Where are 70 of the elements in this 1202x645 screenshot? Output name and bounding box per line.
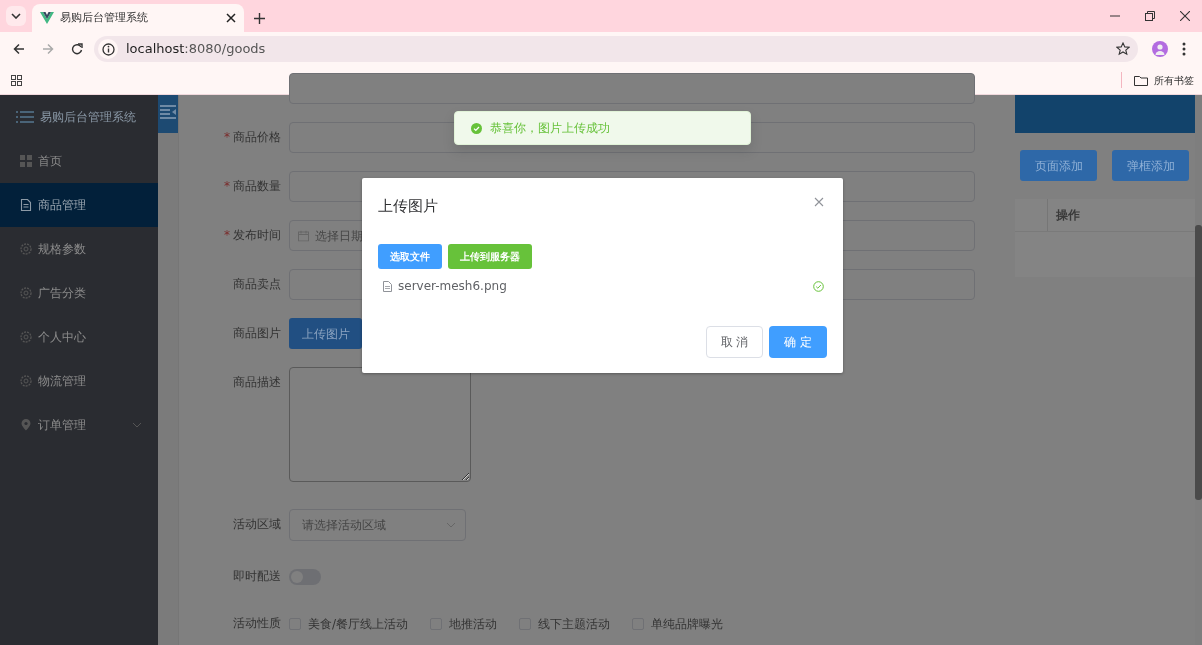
avatar-icon[interactable] <box>1152 41 1168 57</box>
bookmarks-folder[interactable]: 所有书签 <box>1134 72 1194 88</box>
forward-icon <box>42 43 54 55</box>
field-label: 即时配送 <box>233 569 281 583</box>
folder-icon <box>1134 74 1148 86</box>
vue-logo-icon <box>40 12 54 24</box>
column-header: 操作 <box>1055 207 1080 224</box>
file-item[interactable]: server-mesh6.png <box>378 277 827 295</box>
upload-to-server-button[interactable]: 上传到服务器 <box>448 244 532 269</box>
checkbox-label: 地推活动 <box>449 615 498 633</box>
sidebar-item[interactable]: 物流管理 <box>0 359 158 403</box>
field-label: 商品卖点 <box>233 277 281 291</box>
new-tab-icon[interactable] <box>253 12 265 24</box>
field-label: 活动区域 <box>233 517 281 531</box>
sidebar-item[interactable]: 广告分类 <box>0 271 158 315</box>
add-button[interactable]: 弹框添加 <box>1112 150 1189 181</box>
restore-icon[interactable] <box>1145 11 1155 21</box>
menu-icon[interactable] <box>1182 42 1186 56</box>
grid-icon <box>20 155 32 167</box>
required-mark: * <box>224 179 230 193</box>
star-icon[interactable] <box>1116 42 1130 56</box>
chevron-icon <box>446 522 456 528</box>
calendar-icon <box>298 230 309 241</box>
address-bar[interactable]: localhost:8080/goods <box>94 36 1138 62</box>
field-label: 商品数量 <box>233 179 281 193</box>
textarea-field[interactable] <box>289 367 471 482</box>
apps-icon[interactable] <box>11 74 22 86</box>
confirm-button[interactable]: 确 定 <box>769 326 827 358</box>
upload-button[interactable]: 上传图片 <box>289 318 362 349</box>
file-icon <box>383 280 392 292</box>
checkbox-label: 线下主题活动 <box>538 615 611 633</box>
browser-tab[interactable]: 易购后台管理系统 <box>32 4 244 32</box>
select-file-button[interactable]: 选取文件 <box>378 244 442 269</box>
gear-icon <box>20 331 32 343</box>
check-circle-icon <box>471 122 482 134</box>
field-label: 商品描述 <box>233 375 281 389</box>
sidebar-item[interactable]: 个人中心 <box>0 315 158 359</box>
toast-message: 恭喜你，图片上传成功 <box>490 120 610 137</box>
add-button[interactable]: 页面添加 <box>1020 150 1097 181</box>
document-icon <box>20 199 32 211</box>
field-label: 活动性质 <box>233 616 281 630</box>
cancel-button[interactable]: 取 消 <box>706 326 763 358</box>
sidebar-item[interactable]: 首页 <box>0 139 158 183</box>
back-icon <box>13 43 25 55</box>
file-name: server-mesh6.png <box>398 278 508 295</box>
sidebar-item[interactable]: 订单管理 <box>0 403 158 447</box>
url-text: localhost:8080/goods <box>126 40 266 59</box>
gear-icon <box>20 287 32 299</box>
close-icon[interactable] <box>226 13 236 23</box>
chevron-icon <box>11 13 21 19</box>
sidebar-item[interactable]: 商品管理 <box>0 183 158 227</box>
field-label: 商品图片 <box>233 326 281 340</box>
gear-icon <box>20 243 32 255</box>
checkbox-label: 单纯品牌曝光 <box>651 615 724 633</box>
info-icon <box>101 42 115 56</box>
app-title: 易购后台管理系统 <box>40 109 136 126</box>
close-icon[interactable] <box>1180 11 1190 21</box>
sidebar-item[interactable]: 规格参数 <box>0 227 158 271</box>
required-mark: * <box>224 228 230 242</box>
input-field[interactable] <box>289 73 975 104</box>
field-label: 商品价格 <box>233 130 281 144</box>
field-label: 发布时间 <box>233 228 281 242</box>
tab-title: 易购后台管理系统 <box>60 9 149 26</box>
dialog-title: 上传图片 <box>378 196 438 216</box>
location-pin-icon <box>20 419 32 431</box>
reload-icon <box>71 43 83 55</box>
required-mark: * <box>224 130 230 144</box>
gear-icon <box>20 375 32 387</box>
tab-search-button[interactable] <box>6 6 26 26</box>
collapse-icon[interactable] <box>160 105 176 119</box>
